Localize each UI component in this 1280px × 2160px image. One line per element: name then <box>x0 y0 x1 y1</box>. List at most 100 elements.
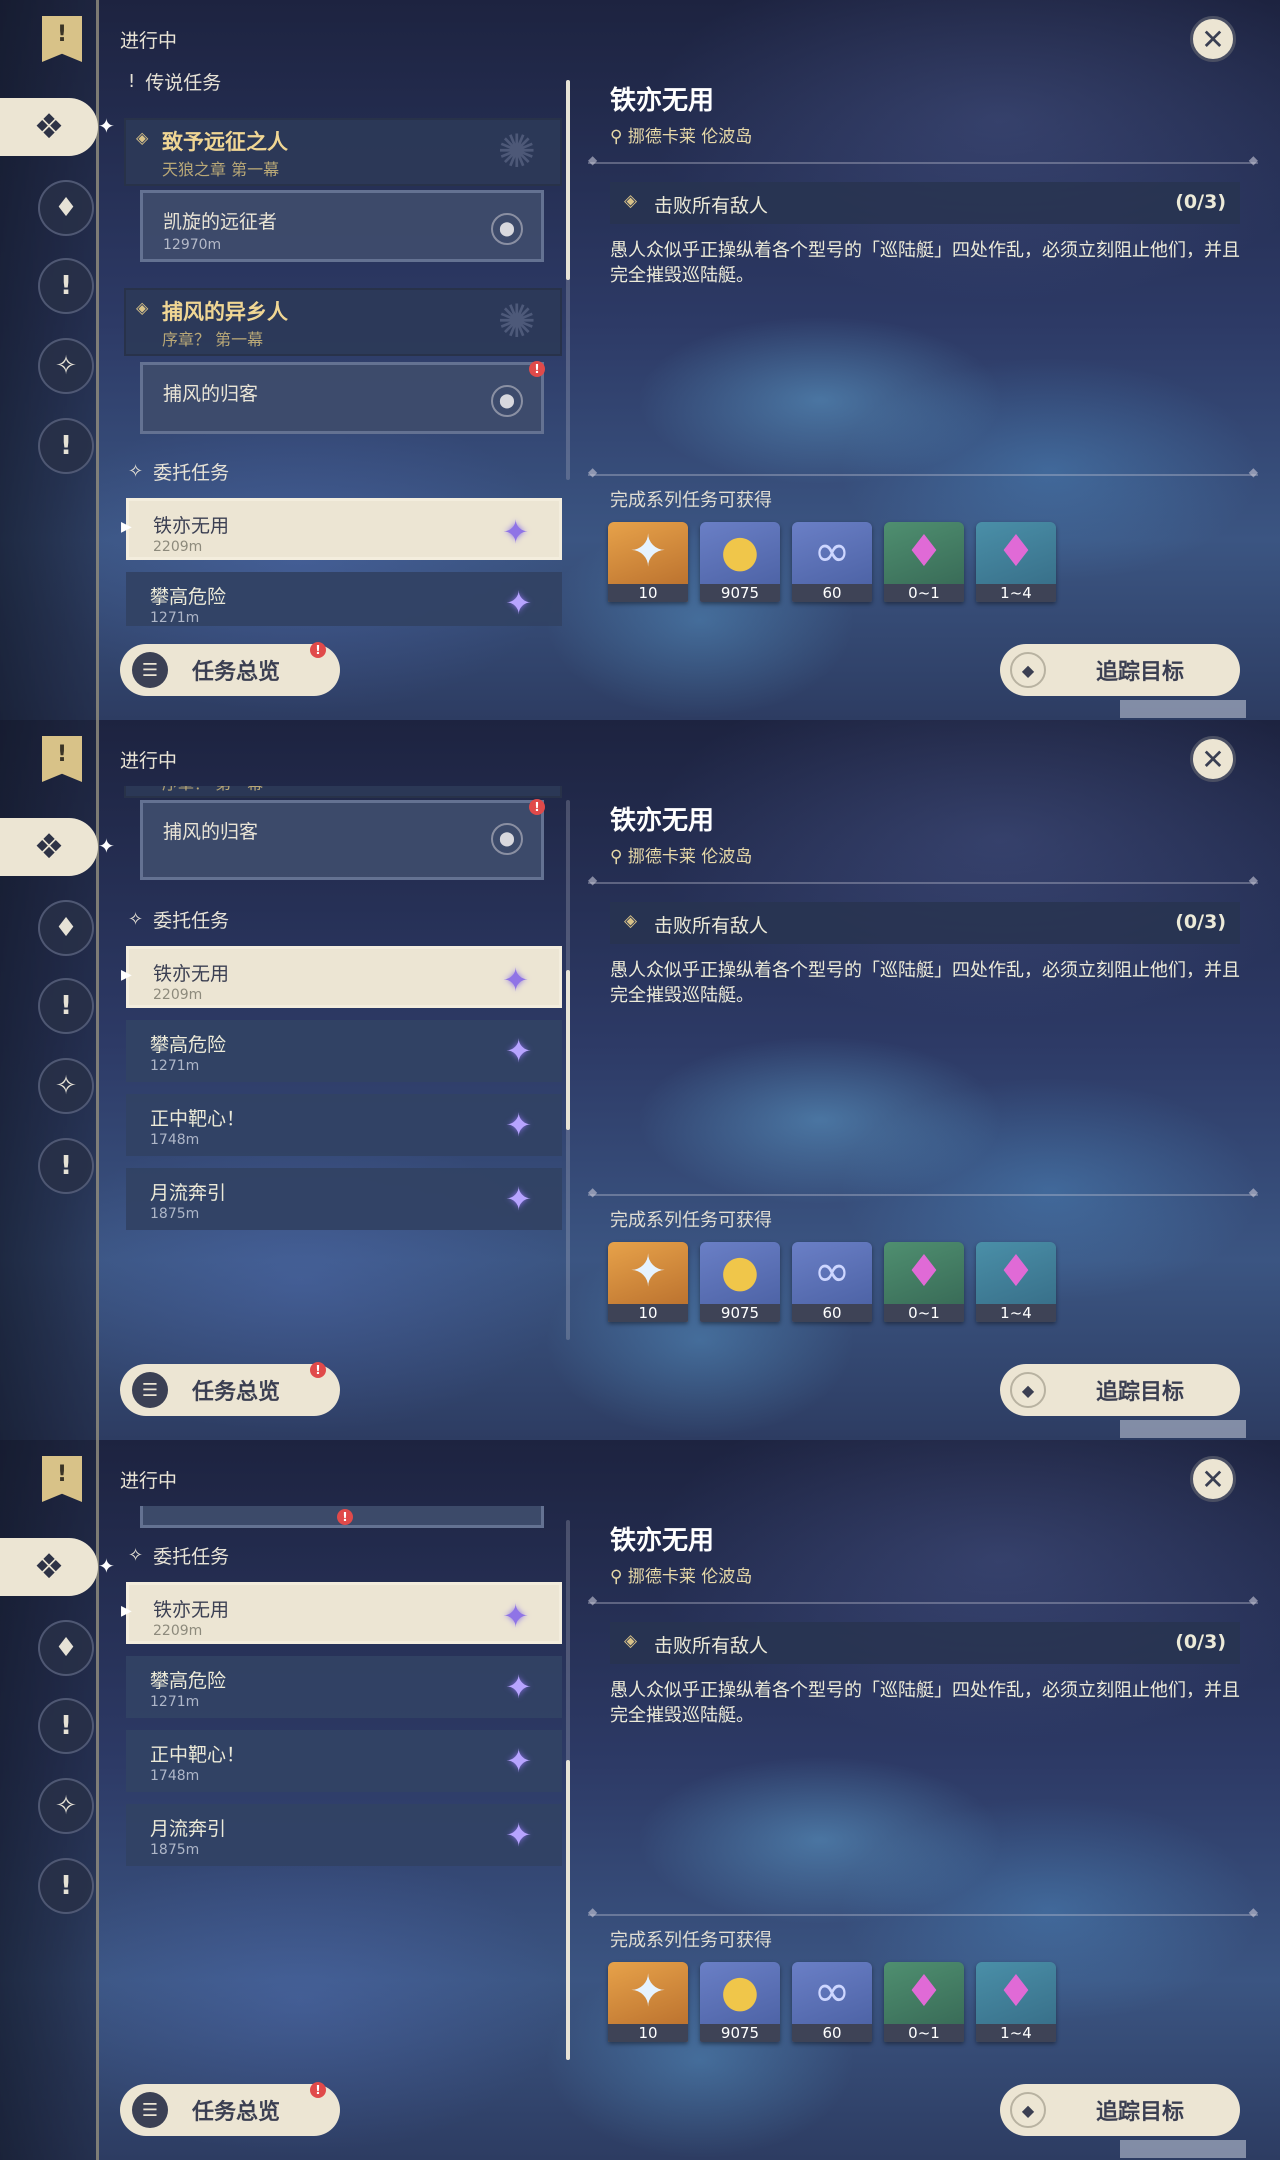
all-quests-tab-active[interactable]: ❖ <box>0 1538 98 1596</box>
track-slot-bar <box>1120 1420 1246 1438</box>
chapter-header-partial[interactable]: 序章？ 第一幕 <box>124 786 562 798</box>
track-target-button[interactable]: ◆ 追踪目标 <box>1000 644 1240 696</box>
commission-tab[interactable]: ✧ <box>38 1058 94 1114</box>
reward-qty: 0~1 <box>884 2024 964 2042</box>
section-commission-label: 委托任务 <box>153 909 230 932</box>
world-quest-tab[interactable]: ! <box>38 1858 94 1914</box>
commission-item[interactable]: 攀高危险 1271m ✦ <box>126 572 562 626</box>
chapter-subtitle: 天狼之章 第一幕 <box>162 160 280 179</box>
quest-list: ! ✧ 委托任务 ▶ 铁亦无用 2209m ✦ 攀高危险 1271m ✦ 正中靶… <box>118 1506 568 2066</box>
quest-title: 铁亦无用 <box>610 1526 715 1556</box>
all-quests-tab-active[interactable]: ❖ <box>0 818 98 876</box>
chapter-diamond-icon: ◈ <box>136 128 149 147</box>
world-quest-icon: ! <box>60 1871 72 1901</box>
commission-item[interactable]: 攀高危险 1271m ✦ <box>126 1656 562 1718</box>
commission-distance: 1271m <box>150 1694 200 1710</box>
chapter-emblem-icon: ✺ <box>497 124 536 178</box>
section-commission-label: 委托任务 <box>153 1545 230 1568</box>
reward-item[interactable]: ♦ 1~4 <box>976 1242 1056 1322</box>
subquest-item[interactable]: 凯旋的远征者 12970m ⬤ <box>140 190 544 262</box>
reward-item[interactable]: ✦ 10 <box>608 1962 688 2042</box>
world-quest-tab[interactable]: ! <box>38 1138 94 1194</box>
quest-overview-button[interactable]: ☰ 任务总览 ! <box>120 1362 340 1416</box>
all-quests-icon: ❖ <box>33 827 65 867</box>
reward-item[interactable]: ∞ 60 <box>792 1242 872 1322</box>
close-button[interactable]: ✕ <box>1190 1456 1236 1502</box>
track-target-label: 追踪目标 <box>1095 1380 1184 1405</box>
alert-badge-icon: ! <box>310 2082 326 2098</box>
commission-star-icon: ✦ <box>502 513 529 551</box>
story-quest-icon: ! <box>60 271 72 301</box>
reward-item[interactable]: ● 9075 <box>700 1962 780 2042</box>
commission-item-selected[interactable]: ▶ 铁亦无用 2209m ✦ <box>121 498 562 560</box>
archon-quest-tab[interactable]: ♦ <box>38 900 94 956</box>
all-quests-icon: ❖ <box>33 107 65 147</box>
commission-tab[interactable]: ✧ <box>38 338 94 394</box>
subquest-item[interactable]: 捕风的归客 ⬤ ! <box>140 799 545 880</box>
quest-overview-button[interactable]: ☰ 任务总览 ! <box>120 2082 340 2136</box>
track-target-label: 追踪目标 <box>1095 660 1184 685</box>
reward-item[interactable]: ∞ 60 <box>792 1962 872 2042</box>
objective-progress: (0/3) <box>1175 911 1226 933</box>
story-quest-tab[interactable]: ! <box>38 1698 94 1754</box>
commission-distance: 2209m <box>153 1623 203 1639</box>
crystal-chunk-icon: ♦ <box>904 1246 944 1297</box>
commission-item-selected[interactable]: ▶ 铁亦无用 2209m ✦ <box>121 1582 562 1644</box>
quest-book-icon[interactable]: ! <box>42 1456 82 1502</box>
companionship-exp-icon: ∞ <box>813 1246 851 1297</box>
story-quest-tab[interactable]: ! <box>38 978 94 1034</box>
map-pin-icon[interactable]: ⬤ <box>491 385 523 417</box>
reward-item[interactable]: ✦ 10 <box>608 522 688 602</box>
reward-item[interactable]: ♦ 1~4 <box>976 522 1056 602</box>
objective-diamond-icon: ◈ <box>624 911 638 931</box>
quest-title: 铁亦无用 <box>610 806 715 836</box>
quest-book-icon[interactable]: ! <box>42 736 82 782</box>
section-legend: ! 传说任务 <box>128 66 221 96</box>
quest-book-icon[interactable]: ! <box>42 16 82 62</box>
reward-qty: 1~4 <box>976 1304 1056 1322</box>
commission-distance: 1271m <box>150 610 200 626</box>
reward-item[interactable]: ● 9075 <box>700 522 780 602</box>
reward-item[interactable]: ✦ 10 <box>608 1242 688 1322</box>
category-rail: ! ❖ ✦ ♦ ! ✧ ! <box>0 0 115 720</box>
reward-item[interactable]: ♦ 0~1 <box>884 522 964 602</box>
chapter-header[interactable]: ◈ 捕风的异乡人 序章？ 第一幕 ✺ <box>124 288 562 356</box>
commission-tab[interactable]: ✧ <box>38 1778 94 1834</box>
subquest-item-partial[interactable]: ! <box>140 1506 544 1528</box>
track-target-button[interactable]: ◆ 追踪目标 <box>1000 1364 1240 1416</box>
quest-screen-3: ! ❖ ✦ ♦ ! ✧ ! 进行中 ✕ ! ✧ 委托任务 ▶ 铁亦无用 2209… <box>0 1440 1280 2160</box>
subquest-distance: 12970m <box>163 237 222 253</box>
commission-item[interactable]: 正中靶心！ 1748m ✦ <box>126 1730 562 1792</box>
track-target-button[interactable]: ◆ 追踪目标 <box>1000 2084 1240 2136</box>
section-commission: ✧ 委托任务 <box>128 904 229 934</box>
subquest-item[interactable]: 捕风的归客 ⬤ ! <box>140 361 545 434</box>
reward-item[interactable]: ● 9075 <box>700 1242 780 1322</box>
divider <box>588 1185 1258 1199</box>
quest-overview-button[interactable]: ☰ 任务总览 ! <box>120 642 340 696</box>
commission-item[interactable]: 正中靶心！ 1748m ✦ <box>126 1094 562 1156</box>
reward-item[interactable]: ♦ 0~1 <box>884 1242 964 1322</box>
map-pin-icon[interactable]: ⬤ <box>491 823 523 855</box>
commission-item[interactable]: 攀高危险 1271m ✦ <box>126 1020 562 1082</box>
story-quest-tab[interactable]: ! <box>38 258 94 314</box>
commission-item[interactable]: 月流奔引 1875m ✦ <box>126 1804 562 1866</box>
close-button[interactable]: ✕ <box>1190 736 1236 782</box>
reward-item[interactable]: ♦ 1~4 <box>976 1962 1056 2042</box>
quest-log-icon: ☰ <box>132 1372 168 1408</box>
commission-star-icon: ✦ <box>502 1597 529 1635</box>
commission-item-selected[interactable]: ▶ 铁亦无用 2209m ✦ <box>121 946 562 1008</box>
archon-quest-tab[interactable]: ♦ <box>38 1620 94 1676</box>
world-quest-tab[interactable]: ! <box>38 418 94 474</box>
reward-item[interactable]: ♦ 0~1 <box>884 1962 964 2042</box>
chapter-header[interactable]: ◈ 致予远征之人 天狼之章 第一幕 ✺ <box>124 118 562 186</box>
map-pin-icon[interactable]: ⬤ <box>491 213 523 245</box>
commission-item[interactable]: 月流奔引 1875m ✦ <box>126 1168 562 1230</box>
reward-item[interactable]: ∞ 60 <box>792 522 872 602</box>
archon-quest-tab[interactable]: ♦ <box>38 180 94 236</box>
all-quests-tab-active[interactable]: ❖ <box>0 98 98 156</box>
chapter-subtitle: 序章？ 第一幕 <box>162 786 263 794</box>
crystal-ore-icon: ♦ <box>996 526 1036 577</box>
rewards-label: 完成系列任务可获得 <box>610 490 772 511</box>
archon-quest-icon: ♦ <box>54 193 78 223</box>
close-button[interactable]: ✕ <box>1190 16 1236 62</box>
